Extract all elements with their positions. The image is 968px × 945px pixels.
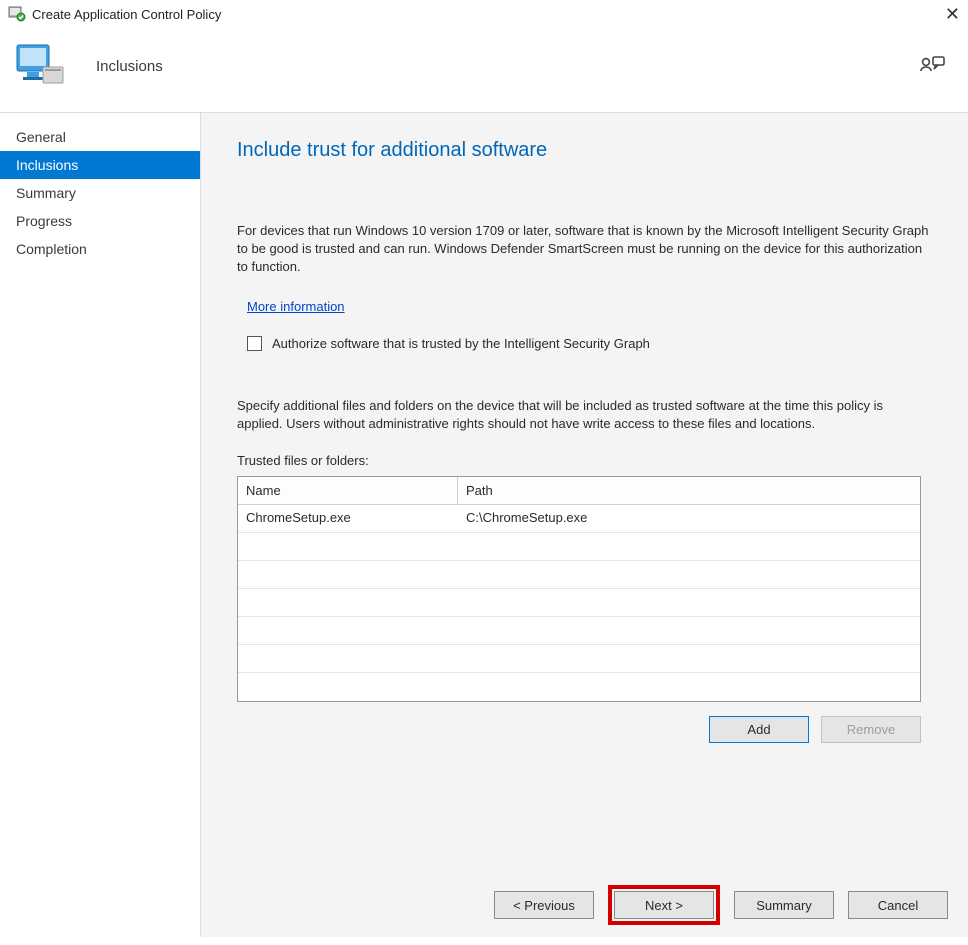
app-icon [8,5,26,23]
table-row-empty[interactable] [238,533,920,561]
col-path[interactable]: Path [458,477,920,505]
feedback-icon[interactable] [918,52,946,80]
sidebar-step-inclusions[interactable]: Inclusions [0,151,200,179]
more-info-link[interactable]: More information [247,299,932,314]
trusted-files-label: Trusted files or folders: [237,453,932,468]
previous-button[interactable]: < Previous [494,891,594,919]
table-row-empty[interactable] [238,645,920,673]
wizard-content: Include trust for additional software Fo… [201,113,968,937]
table-header: Name Path [238,477,920,505]
close-button[interactable]: ✕ [930,4,960,25]
wizard-header: Inclusions [0,28,968,112]
remove-button: Remove [821,716,921,743]
sidebar-step-general[interactable]: General [0,123,200,151]
table-row-empty[interactable] [238,589,920,617]
sidebar-step-completion[interactable]: Completion [0,235,200,263]
table-row[interactable]: ChromeSetup.exe C:\ChromeSetup.exe [238,505,920,533]
trusted-files-table[interactable]: Name Path ChromeSetup.exe C:\ChromeSetup… [237,476,921,702]
sidebar-step-progress[interactable]: Progress [0,207,200,235]
wizard-step-title: Inclusions [96,58,918,75]
cancel-button[interactable]: Cancel [848,891,948,919]
wizard-sidebar: General Inclusions Summary Progress Comp… [0,113,201,937]
add-button[interactable]: Add [709,716,809,743]
sidebar-step-summary[interactable]: Summary [0,179,200,207]
table-row-empty[interactable] [238,617,920,645]
cell-path: C:\ChromeSetup.exe [458,505,920,533]
table-row-empty[interactable] [238,561,920,589]
summary-button[interactable]: Summary [734,891,834,919]
specify-text: Specify additional files and folders on … [237,397,932,433]
authorize-checkbox-row[interactable]: Authorize software that is trusted by th… [247,336,932,351]
cell-name: ChromeSetup.exe [238,505,458,533]
col-name[interactable]: Name [238,477,458,505]
next-button-highlight: Next > [608,885,720,925]
window-titlebar: Create Application Control Policy ✕ [0,0,968,28]
wizard-footer: < Previous Next > Summary Cancel [494,885,948,925]
authorize-checkbox[interactable] [247,336,262,351]
window-title: Create Application Control Policy [32,7,930,22]
wizard-icon [12,38,68,94]
intro-text: For devices that run Windows 10 version … [237,222,932,277]
table-row-empty[interactable] [238,673,920,701]
section-title: Include trust for additional software [237,139,932,162]
next-button[interactable]: Next > [614,891,714,919]
authorize-checkbox-label: Authorize software that is trusted by th… [272,336,650,351]
